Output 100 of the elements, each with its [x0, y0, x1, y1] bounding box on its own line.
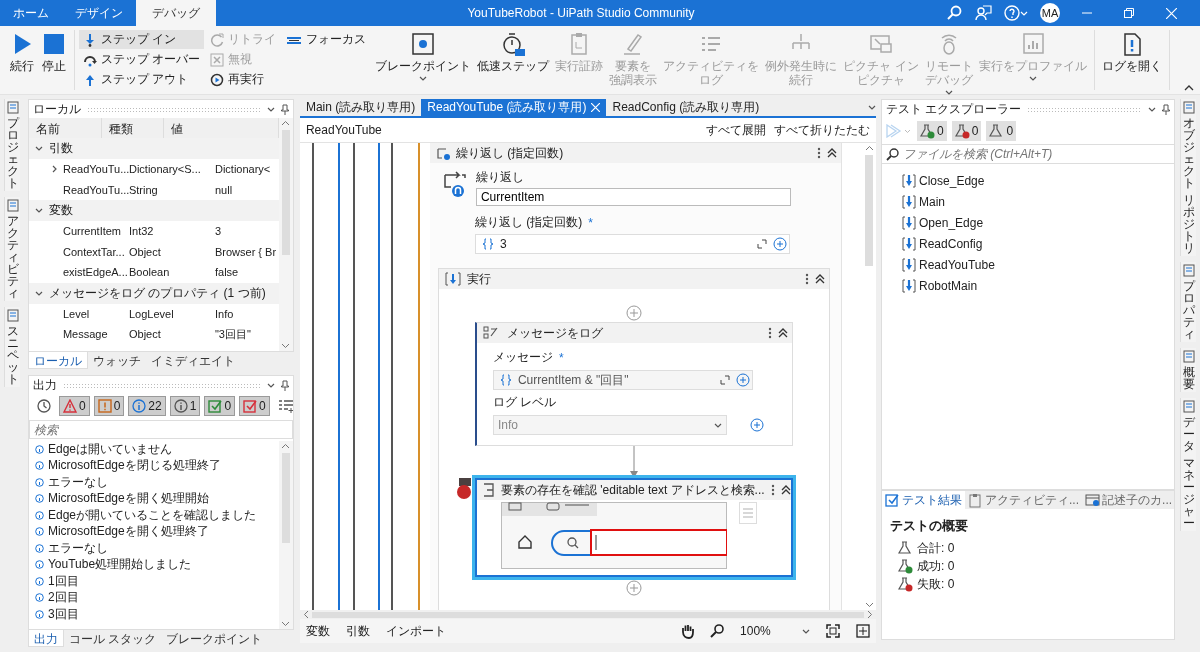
toolbar-button[interactable]: ブレークポイント — [372, 30, 475, 83]
activity-header[interactable]: 繰り返し (指定回数) — [429, 143, 841, 163]
panel-tab[interactable]: コール スタック — [63, 630, 162, 647]
more-button[interactable] — [816, 147, 821, 159]
designer-tab[interactable]: インポート — [385, 622, 446, 640]
activity-header[interactable]: 実行 — [438, 269, 829, 289]
more-button[interactable] — [804, 273, 809, 285]
more-button[interactable] — [770, 484, 775, 496]
toolbar-button[interactable]: ステップ イン — [79, 30, 205, 49]
toolbar-button[interactable]: ステップ オーバー — [79, 50, 205, 69]
zoom-dropdown[interactable]: 100% — [740, 624, 811, 638]
scrollbar[interactable] — [278, 118, 293, 351]
filter-button[interactable]: 0 — [204, 396, 236, 416]
header-link[interactable]: すべて展開 — [706, 121, 767, 139]
header-link[interactable]: すべて折りたたむ — [774, 121, 871, 139]
search-button[interactable] — [946, 5, 962, 21]
collapse-ribbon-button[interactable] — [1184, 85, 1194, 91]
more-button[interactable] — [767, 327, 772, 339]
collapse-button[interactable] — [780, 485, 791, 495]
scrollbar[interactable] — [278, 441, 293, 629]
breadcrumb[interactable]: ReadYouTube — [305, 123, 699, 137]
panel-tab[interactable]: テスト結果 — [882, 491, 966, 509]
close-tab-button[interactable] — [591, 103, 601, 112]
panel-tab[interactable]: ウォッチ — [87, 352, 146, 369]
tree-item[interactable]: Open_Edge — [902, 212, 1175, 233]
designer-tab[interactable]: 変数 — [305, 622, 330, 640]
side-panel-tab[interactable]: オブジェクト リポジトリ — [1179, 99, 1196, 256]
tree-item[interactable]: ReadConfig — [902, 233, 1175, 254]
activity-header[interactable]: 要素の存在を確認 'editable text アドレスと検索... — [476, 480, 791, 500]
panel-tab[interactable]: ブレークポイント — [161, 630, 268, 647]
tree-item[interactable]: ReadYouTube — [902, 254, 1175, 275]
toolbar-button[interactable]: 続行 — [6, 30, 38, 74]
ribbon-tab[interactable]: デバッグ — [136, 0, 216, 26]
side-panel-tab[interactable]: プロジェクト — [4, 99, 21, 191]
designer-tab[interactable]: 引数 — [345, 622, 370, 640]
add-button[interactable] — [735, 373, 750, 387]
document-tab[interactable]: ReadConfig (読み取り専用) — [606, 99, 766, 116]
collapse-button[interactable] — [777, 328, 788, 338]
toolbar-button[interactable]: ステップ アウト — [79, 70, 205, 89]
ribbon-tab[interactable]: デザイン — [62, 0, 136, 26]
tree-item[interactable]: Close_Edge — [902, 170, 1175, 191]
side-panel-tab[interactable]: データ マネージャー — [1179, 398, 1196, 531]
filter-button[interactable]: 22 — [128, 396, 166, 416]
avatar-button[interactable]: MA — [1040, 3, 1060, 23]
panel-menu-button[interactable] — [1148, 105, 1157, 113]
search-field[interactable]: 検索 — [28, 420, 293, 439]
activity-card[interactable]: 要素の存在を確認 'editable text アドレスと検索... — [474, 478, 793, 577]
panel-tab[interactable]: ローカル — [27, 352, 88, 369]
activity-header[interactable]: メッセージをログ — [476, 323, 792, 343]
expand-button[interactable] — [50, 165, 58, 174]
panel-menu-button[interactable] — [266, 381, 275, 389]
filter-button[interactable]: 0 — [58, 396, 90, 416]
collapse-button[interactable] — [826, 148, 837, 158]
scroll-thumb[interactable] — [865, 155, 874, 266]
tree-item[interactable]: RobotMain — [902, 275, 1175, 296]
feedback-button[interactable] — [974, 5, 992, 21]
toolbar-button[interactable]: 低速ステップ — [474, 30, 553, 74]
document-tab[interactable]: ReadYouTube (読み取り専用) — [421, 99, 607, 116]
input-field[interactable]: CurrentItem — [475, 188, 791, 206]
group-header[interactable]: 変数 — [28, 200, 279, 221]
panel-tab[interactable]: 記述子のカ... — [1082, 491, 1176, 509]
pin-button[interactable] — [1162, 103, 1171, 115]
toolbar-button[interactable]: 停止 — [38, 30, 70, 74]
filter-button[interactable]: 0 — [239, 396, 270, 416]
tab-list-button[interactable] — [868, 104, 877, 111]
add-button[interactable] — [772, 237, 787, 251]
document-tab[interactable]: Main (読み取り専用) — [299, 99, 422, 116]
group-header[interactable]: 引数 — [28, 138, 279, 159]
filter-toggle[interactable]: 0 — [917, 121, 947, 141]
tree-item[interactable]: Main — [902, 191, 1175, 212]
filter-toggle[interactable]: 0 — [951, 121, 982, 141]
pin-button[interactable] — [280, 379, 289, 391]
fit-to-screen-button[interactable] — [826, 624, 841, 638]
filter-button[interactable]: 1 — [169, 396, 201, 416]
side-panel-tab[interactable]: プロパティ — [1179, 262, 1196, 342]
expand-editor-button[interactable] — [756, 239, 767, 249]
toolbar-button[interactable]: ログを開く — [1098, 30, 1165, 74]
overview-button[interactable] — [856, 624, 871, 638]
collapse-button[interactable] — [814, 274, 825, 284]
side-panel-tab[interactable]: スニペット — [4, 307, 21, 387]
filter-toggle[interactable]: 0 — [986, 121, 1017, 141]
side-panel-tab[interactable]: アクティビティ — [4, 197, 21, 301]
toolbar-button[interactable]: 再実行 — [206, 70, 281, 89]
ribbon-tab[interactable]: ホーム — [0, 0, 62, 26]
help-button[interactable] — [1004, 5, 1028, 21]
panel-tab[interactable]: イミディエイト — [145, 352, 240, 369]
expression-field[interactable]: CurrentItem & "回目" — [492, 370, 753, 390]
add-button[interactable] — [749, 418, 764, 432]
toolbar-button[interactable]: フォーカス — [282, 30, 371, 49]
panel-tab[interactable]: アクティビティ... — [965, 491, 1083, 509]
filter-button[interactable]: 0 — [93, 396, 125, 416]
panel-menu-button[interactable] — [266, 105, 275, 113]
expand-editor-button[interactable] — [719, 375, 730, 385]
pin-button[interactable] — [280, 103, 289, 115]
side-panel-tab[interactable]: 概要 — [1179, 348, 1196, 392]
panel-tab[interactable]: 出力 — [27, 630, 64, 647]
pan-button[interactable] — [680, 623, 695, 639]
activity-card[interactable]: メッセージをログ メッセージ * CurrentItem & "回目" ログ レベル Info — [474, 322, 793, 446]
expression-field[interactable]: 3 — [474, 234, 790, 254]
zoom-button[interactable] — [710, 624, 725, 638]
